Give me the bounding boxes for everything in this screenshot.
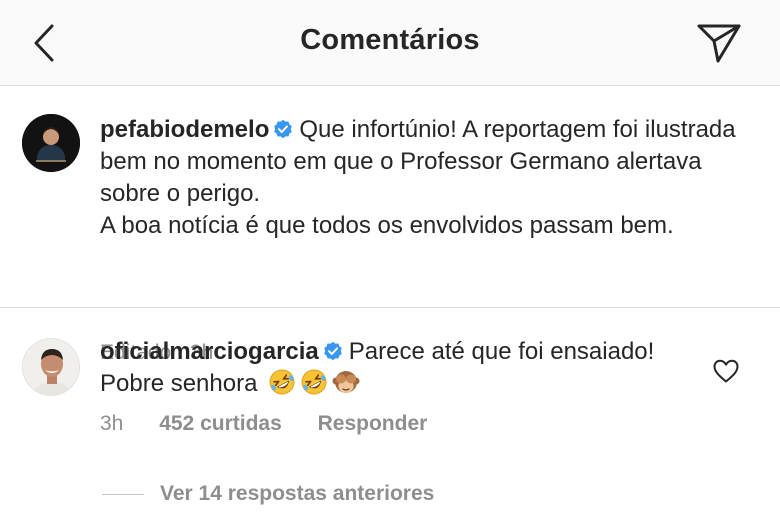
caption-text: pefabiodemelo Que infortúnio! A reportag… (100, 114, 760, 242)
verified-badge-icon (274, 119, 293, 139)
reply-button[interactable]: Responder (318, 412, 428, 435)
post-caption: pefabiodemelo Que infortúnio! A reportag… (0, 86, 780, 364)
caption-body-line2: A boa notícia é que todos os envolvidos … (100, 212, 674, 239)
heart-icon[interactable] (712, 358, 740, 384)
see-no-evil-monkey-emoji (332, 371, 360, 393)
rolling-on-floor-laughing-emoji (301, 369, 327, 395)
comment-time: 3h (100, 412, 124, 435)
comment-meta: 3h 452 curtidas Responder (100, 412, 457, 436)
avatar[interactable] (22, 114, 80, 172)
profile-photo (22, 114, 80, 172)
verified-badge-icon (323, 341, 342, 361)
page-title: Comentários (300, 24, 480, 56)
comment-username[interactable]: oficialmarciogarcia (100, 338, 319, 365)
rolling-on-floor-laughing-emoji (269, 369, 295, 395)
caption-username[interactable]: pefabiodemelo (100, 116, 269, 143)
avatar[interactable] (22, 338, 80, 396)
replies-divider (102, 494, 144, 495)
profile-photo (23, 339, 79, 395)
comment-text: oficialmarciogarcia Parece até que foi e… (100, 336, 700, 400)
paper-plane-icon[interactable] (696, 22, 742, 64)
likes-count[interactable]: 452 curtidas (159, 412, 282, 435)
header-bar: Comentários (0, 0, 780, 86)
view-replies-label[interactable]: Ver 14 respostas anteriores (160, 482, 434, 506)
